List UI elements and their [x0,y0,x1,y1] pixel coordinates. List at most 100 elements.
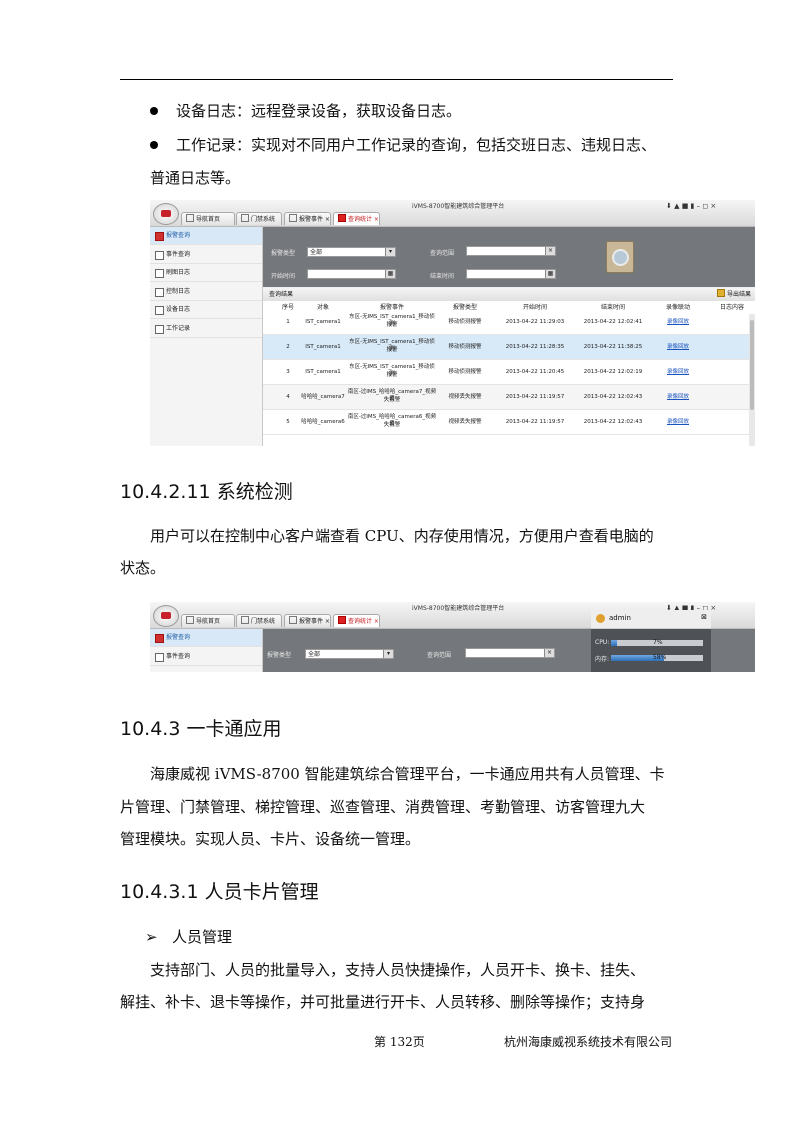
cpu-bar-fill [611,640,618,646]
control-icon [155,288,164,297]
table-row[interactable]: 5 哈哈哈_camera6 南区-过IMS_哈哈哈_camera6_视频丢 失报… [263,410,749,435]
table-row[interactable]: 2 IST_camera1 东区-无IMS_IST_camera1_移动侦测 报… [263,335,749,360]
end-time-label: 结束时间 [430,273,455,280]
alarm-icon [289,616,297,624]
tab-alarm-events[interactable]: 报警事件 × [284,614,331,627]
flag-icon [155,232,164,241]
memory-percent: 58% [653,654,667,661]
sidebar-item-card-log[interactable]: 刷图日志 [150,264,262,282]
filter-panel: 报警类型 全部 ▾ 查询范围 × 开始时间 ▦ 结束时间 ▦ [263,227,755,287]
home-icon [186,616,194,624]
query-range-input[interactable]: × [465,648,555,658]
clear-icon: × [544,649,554,657]
playback-link[interactable]: 录像回放 [655,394,701,401]
user-icon [596,614,605,623]
title-bar: iVMS-8700智能建筑综合管理平台 导航首页 门禁系统 × 报警事件 × 查… [150,200,755,236]
playback-link[interactable]: 录像回放 [655,419,701,426]
sidebar-item-event-query[interactable]: 事件查询 [150,648,262,666]
app-title: iVMS-8700智能建筑综合管理平台 [412,203,505,210]
sidebar-item-alarm-query[interactable]: 报警查询 [150,629,262,647]
playback-link[interactable]: 录像回放 [655,344,701,351]
tab-access-control[interactable]: 门禁系统 × [236,614,282,638]
export-button[interactable]: 导出结果 [716,288,751,301]
flag-icon [155,634,164,643]
bullet-work-record-cont: 普通日志等。 [150,169,241,187]
alarm-type-select[interactable]: 全部 ▾ [305,649,394,659]
paragraph: 片管理、门禁管理、梯控管理、巡查管理、消费管理、考勤管理、访客管理九大 [120,798,646,816]
table-row[interactable]: 3 IST_camera1 东区-无IMS_IST_camera1_移动侦测 报… [263,360,749,385]
tab-query-stats[interactable]: 查询统计 × [333,614,380,627]
results-header: 查询结果 导出结果 [263,288,755,301]
end-time-input[interactable]: ▦ [466,269,556,279]
door-icon [241,616,249,624]
bullet-device-log: 设备日志：远程登录设备，获取设备日志。 [176,102,462,120]
playback-link[interactable]: 录像回放 [655,319,701,326]
chart-icon [338,616,346,624]
paragraph: 海康威视 iVMS-8700 智能建筑综合管理平台，一卡通应用共有人员管理、卡 [150,765,665,783]
footer-company: 杭州海康威视系统技术有限公司 [504,1035,673,1049]
alarm-type-label: 报警类型 [267,652,292,659]
chart-icon [338,214,346,222]
arrow-bullet-icon: ➢ [145,928,158,946]
page-number: 第 132页 [374,1035,425,1049]
app-logo [153,605,179,627]
results-panel: 查询结果 导出结果 序号 对象 报警事件 报警类型 开始时间 结束时间 录像联动… [263,288,755,446]
home-icon [186,214,194,222]
tab-access-control[interactable]: 门禁系统 × [236,212,282,236]
alarm-icon [289,214,297,222]
cpu-bar: 7% [611,639,703,646]
cpu-percent: 7% [653,639,663,646]
list-icon [155,653,164,662]
card-icon [155,269,164,278]
record-icon [155,325,164,334]
playback-link[interactable]: 录像回放 [655,369,701,376]
section-heading-person-card: 10.4.3.1 人员卡片管理 [120,881,319,903]
calendar-icon: ▦ [545,270,555,278]
sidebar-item-device-log[interactable]: 设备日志 [150,301,262,319]
alarm-type-select[interactable]: 全部 ▾ [307,247,396,257]
table-row[interactable]: 1 IST_camera1 东区-无IMS_IST_camera1_移动侦测 报… [263,310,749,335]
header-rule [120,79,673,80]
paragraph: 解挂、补卡、退卡等操作，并可批量进行开卡、人员转移、删除等操作；支持身 [120,993,646,1011]
bullet-dot [150,107,158,115]
tab-home[interactable]: 导航首页 [181,614,235,627]
scrollbar[interactable] [749,314,755,446]
user-name: admin [609,614,631,622]
paragraph: 管理模块。实现人员、卡片、设备统一管理。 [120,830,421,848]
close-icon[interactable]: ⊠ [701,613,707,621]
sidebar-item-work-record[interactable]: 工作记录 [150,320,262,338]
sidebar-item-alarm-query[interactable]: 报警查询 [150,227,262,245]
calendar-icon: ▦ [385,270,395,278]
alarm-type-label: 报警类型 [271,250,296,257]
list-icon [155,251,164,260]
tab-query-stats[interactable]: 查询统计 × [333,212,380,225]
sidebar: 报警查询 事件查询 [150,629,263,672]
cpu-label: CPU: [595,639,610,646]
arrow-item-person-management: 人员管理 [172,928,233,946]
start-time-input[interactable]: ▦ [307,269,396,279]
tab-home[interactable]: 导航首页 [181,212,235,225]
query-range-input[interactable]: × [466,246,556,256]
paragraph: 状态。 [120,559,166,577]
table-row[interactable]: 4 哈哈哈_camera7 南区-过IMS_哈哈哈_camera7_视频丢 失报… [263,385,749,410]
clear-icon: × [545,247,555,255]
paragraph: 用户可以在控制中心客户端查看 CPU、内存使用情况，方便用户查看电脑的 [150,527,654,545]
door-icon [241,214,249,222]
bullet-dot [150,141,158,149]
sidebar: 报警查询 事件查询 刷图日志 控制日志 设备日志 工作记录 [150,227,263,446]
query-stats-screenshot: iVMS-8700智能建筑综合管理平台 导航首页 门禁系统 × 报警事件 × 查… [150,200,755,446]
start-time-label: 开始时间 [271,273,296,280]
tab-alarm-events[interactable]: 报警事件 × [284,212,331,225]
sidebar-item-control-log[interactable]: 控制日志 [150,283,262,301]
chevron-down-icon: ▾ [385,248,395,256]
window-controls[interactable]: ⬇ ▲ ■ ▮ – ◻ × [666,202,716,210]
memory-bar: 58% [611,654,703,661]
search-icon[interactable] [606,241,634,273]
sidebar-item-event-query[interactable]: 事件查询 [150,246,262,264]
device-icon [155,306,164,315]
paragraph: 支持部门、人员的批量导入，支持人员快捷操作，人员开卡、换卡、挂失、 [150,961,646,979]
app-logo [153,203,179,225]
export-icon [716,289,725,297]
app-title: iVMS-8700智能建筑综合管理平台 [412,605,505,612]
system-check-screenshot: iVMS-8700智能建筑综合管理平台 导航首页 门禁系统 × 报警事件 × 查… [150,602,755,672]
